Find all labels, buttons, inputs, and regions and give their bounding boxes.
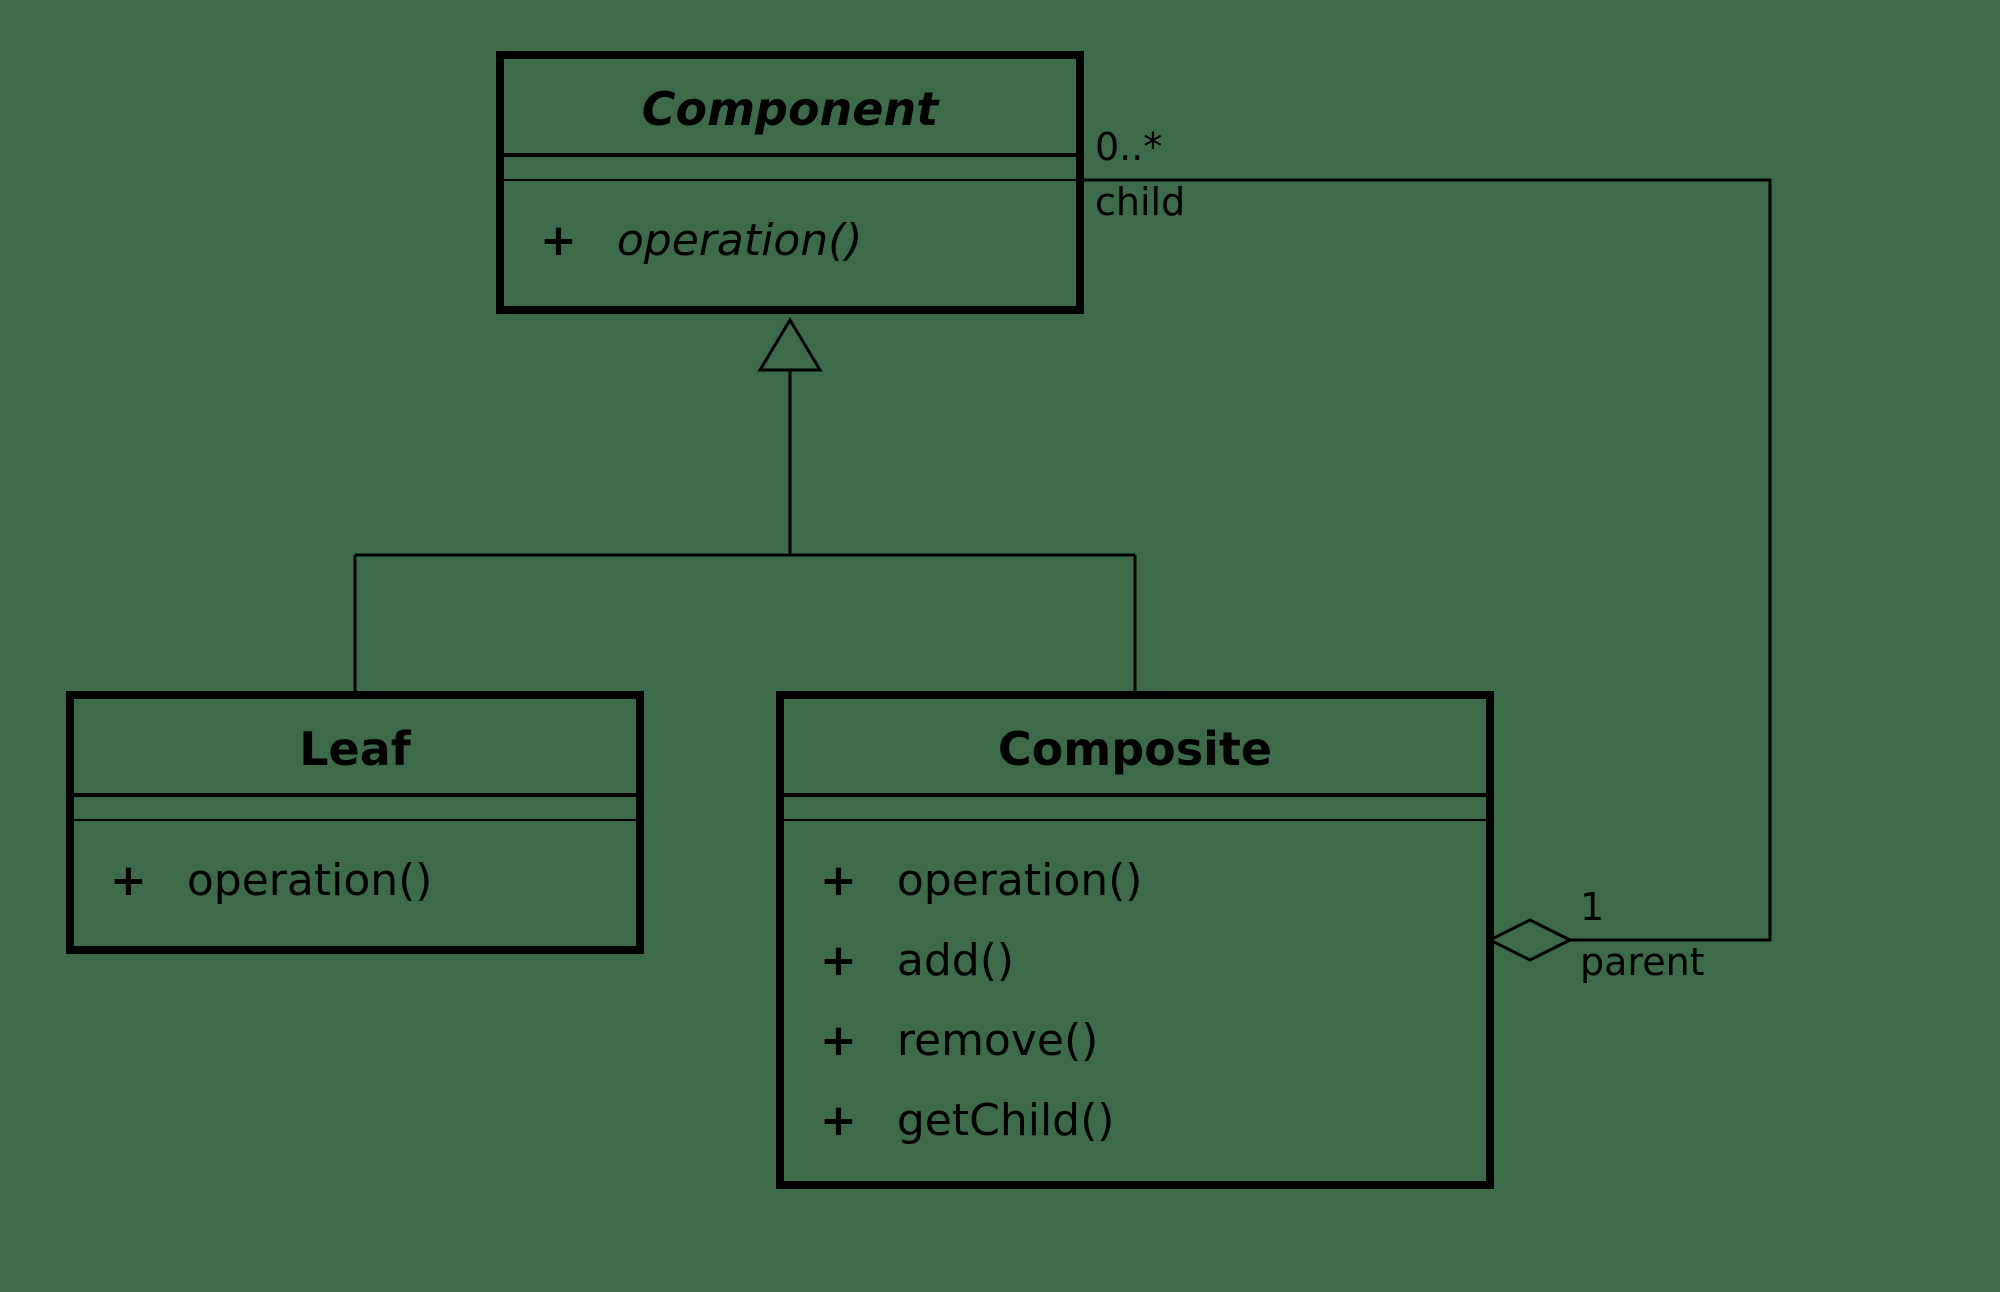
aggregation-whole-multiplicity: 1 xyxy=(1580,885,1604,929)
class-component-title: Component xyxy=(642,82,941,136)
aggregation-part-multiplicity: 0..* xyxy=(1095,125,1162,169)
class-leaf-title: Leaf xyxy=(299,722,412,776)
aggregation-whole-role: parent xyxy=(1580,940,1705,984)
composite-method-0: + operation() xyxy=(820,855,1142,906)
component-method-0: + operation() xyxy=(540,215,862,266)
composite-method-3: + getChild() xyxy=(820,1095,1114,1146)
composite-method-1: + add() xyxy=(820,935,1014,986)
generalization xyxy=(355,320,1135,695)
class-leaf: Leaf + operation() xyxy=(70,695,640,950)
leaf-method-0: + operation() xyxy=(110,855,432,906)
uml-diagram: Component + operation() Leaf + operation… xyxy=(0,0,2000,1292)
aggregation-diamond-icon xyxy=(1490,920,1570,960)
aggregation-part-role: child xyxy=(1095,180,1185,224)
composite-method-2: + remove() xyxy=(820,1015,1098,1066)
class-component: Component + operation() xyxy=(500,55,1080,310)
class-composite-title: Composite xyxy=(998,722,1272,776)
class-composite: Composite + operation() + add() + remove… xyxy=(780,695,1490,1185)
